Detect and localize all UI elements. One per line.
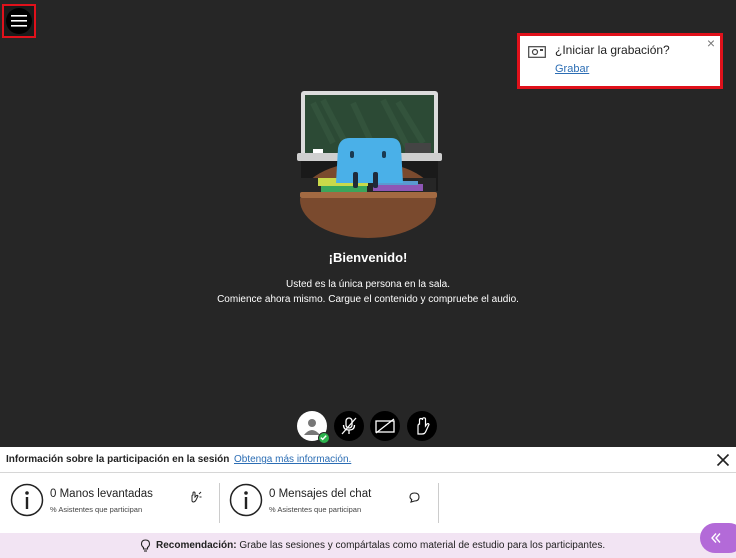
- info-icon: [229, 483, 263, 517]
- recommendation-body: Grabe las sesiones y compártalas como ma…: [236, 540, 606, 551]
- info-icon: [10, 483, 44, 517]
- welcome-title: ¡Bienvenido!: [328, 250, 408, 265]
- classroom-illustration: [297, 91, 442, 238]
- close-icon[interactable]: ×: [707, 36, 715, 50]
- video-camera-icon: [528, 45, 546, 63]
- hamburger-icon: [6, 8, 32, 34]
- collaborate-room: ¿Iniciar la grabación? Grabar × ¡Bienven…: [0, 0, 736, 558]
- microphone-button[interactable]: [334, 411, 364, 441]
- raise-hand-icon: [417, 417, 430, 435]
- record-link[interactable]: Grabar: [555, 63, 589, 75]
- panel-header: Información sobre la participación en la…: [0, 447, 736, 473]
- camera-off-icon: [375, 418, 395, 434]
- stat-divider: [219, 483, 220, 523]
- my-status-avatar-button[interactable]: [297, 411, 330, 444]
- welcome-line-1: Usted es la única persona en la sala.: [286, 279, 450, 290]
- raised-hands-stat: 0 Manos levantadas % Asistentes que part…: [10, 483, 210, 523]
- recommendation-bar: Recomendación: Grabe las sesiones y comp…: [0, 533, 736, 558]
- chat-messages-count: 0 Mensajes del chat: [269, 488, 372, 500]
- stat-divider: [438, 483, 439, 523]
- chat-messages-sub: % Asistentes que participan: [269, 505, 362, 514]
- microphone-off-icon: [341, 417, 357, 435]
- recording-prompt: ¿Iniciar la grabación? Grabar ×: [517, 33, 723, 89]
- double-chevron-left-icon: [711, 533, 721, 543]
- camera-button[interactable]: [370, 411, 400, 441]
- raised-hands-count: 0 Manos levantadas: [50, 488, 153, 500]
- raised-hands-sub: % Asistentes que participan: [50, 505, 143, 514]
- hand-icon: [191, 491, 202, 503]
- learn-more-link[interactable]: Obtenga más información.: [234, 454, 351, 465]
- recommendation-label: Recomendación:: [156, 540, 237, 551]
- close-icon[interactable]: [716, 453, 730, 472]
- panel-title: Información sobre la participación en la…: [6, 454, 230, 465]
- session-menu-button[interactable]: [2, 4, 36, 38]
- recording-question: ¿Iniciar la grabación?: [555, 43, 670, 57]
- raise-hand-button[interactable]: [407, 411, 437, 441]
- welcome-line-2: Comience ahora mismo. Cargue el contenid…: [217, 294, 519, 305]
- open-collaborate-panel-button[interactable]: [700, 523, 736, 553]
- lightbulb-icon: [140, 539, 151, 552]
- participation-panel: Información sobre la participación en la…: [0, 447, 736, 558]
- chat-icon: [409, 492, 420, 503]
- status-available-icon: [318, 432, 330, 444]
- recommendation-text: Recomendación: Grabe las sesiones y comp…: [156, 540, 605, 551]
- chat-messages-stat: 0 Mensajes del chat % Asistentes que par…: [229, 483, 429, 523]
